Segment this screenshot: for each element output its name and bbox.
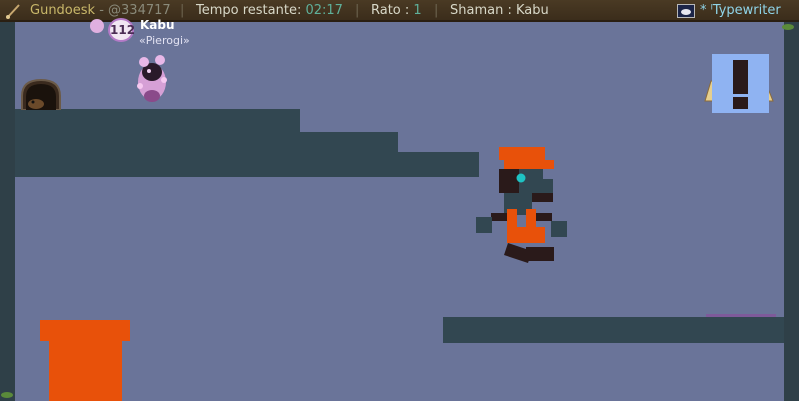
divider: | xyxy=(180,3,185,18)
time-remaining: Tempo restante: 02:17 xyxy=(196,4,343,18)
shaman-feather-icon xyxy=(90,19,104,33)
leaf-icon xyxy=(782,24,794,30)
game-stage[interactable]: Gundoesk - @334717 | Tempo restante: 02:… xyxy=(0,0,799,401)
mice-count: Rato : 1 xyxy=(371,4,422,18)
platform-lower-right xyxy=(443,317,784,343)
player-level-badge: 112 xyxy=(108,18,135,42)
player-name: Gundoesk xyxy=(30,3,96,18)
map-name[interactable]: * ˡTypewriter xyxy=(700,4,781,18)
platform-step-1 xyxy=(300,132,398,177)
time-value: 02:17 xyxy=(305,3,343,18)
divider: | xyxy=(434,3,439,18)
purple-ledge xyxy=(706,314,776,317)
mystery-block xyxy=(712,54,769,113)
divider: | xyxy=(355,3,360,18)
shaman-value: Kabu xyxy=(515,3,549,18)
player-name-label: Kabu xyxy=(140,18,175,32)
exclamation-icon xyxy=(733,60,748,109)
shaman-info: Shaman : Kabu xyxy=(450,4,549,18)
time-label: Tempo restante: xyxy=(196,3,306,18)
pipe-top xyxy=(40,320,130,341)
brush-icon xyxy=(6,4,20,19)
mice-label: Rato : xyxy=(371,3,414,18)
shaman-label: Shaman : xyxy=(450,3,516,18)
platform-step-2 xyxy=(398,152,479,177)
plumber-sprite xyxy=(476,147,567,263)
leaf-icon xyxy=(1,392,13,398)
map-icon[interactable] xyxy=(677,4,695,18)
mouse-hole xyxy=(21,78,61,110)
platform-upper-left xyxy=(15,109,300,177)
right-wall xyxy=(784,22,799,401)
player-id: @334717 xyxy=(108,3,171,18)
player-tribe-tag: «Pierogi» xyxy=(139,34,190,47)
shaman-mouse xyxy=(137,55,167,102)
pipe-body xyxy=(49,340,122,401)
left-wall xyxy=(0,22,15,401)
mice-value: 1 xyxy=(413,3,422,18)
